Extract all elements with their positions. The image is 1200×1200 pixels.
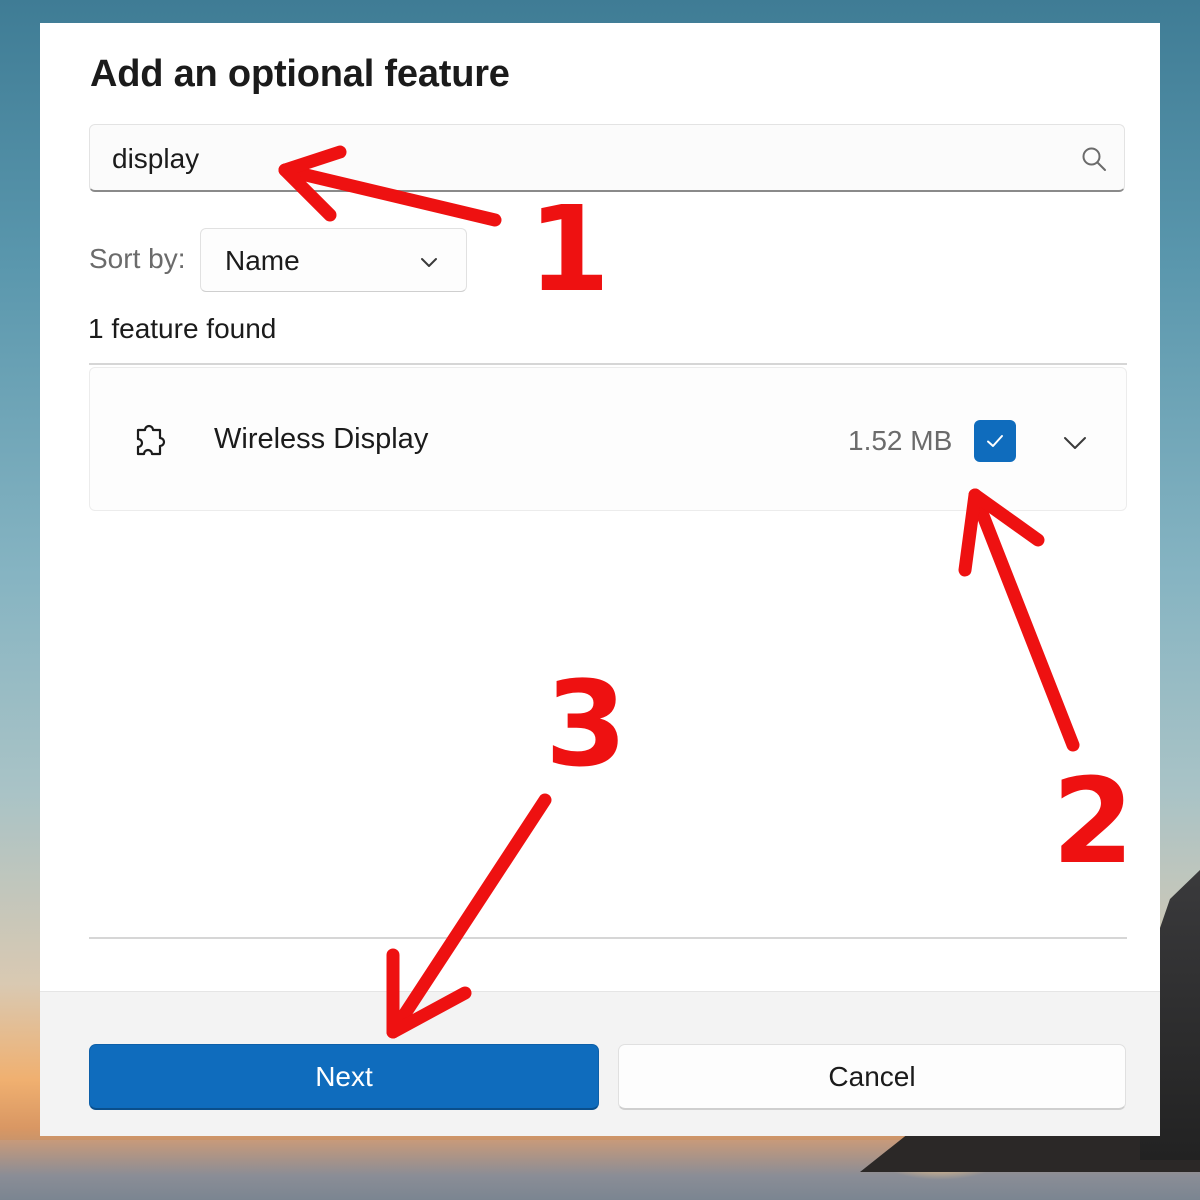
sort-by-label: Sort by: (89, 243, 186, 274)
cancel-button[interactable]: Cancel (618, 1044, 1126, 1110)
next-button[interactable]: Next (89, 1044, 599, 1110)
sort-selected-value: Name (225, 245, 300, 276)
list-item[interactable]: Wireless Display 1.52 MB (89, 367, 1127, 511)
search-input[interactable] (112, 139, 1052, 179)
feature-size: 1.52 MB (848, 425, 953, 456)
dialog-footer: Next Cancel (40, 991, 1160, 1136)
annotation-number-2: 2 (1052, 752, 1135, 890)
checkmark-icon (987, 435, 1003, 447)
dialog-title: Add an optional feature (90, 53, 510, 95)
feature-name: Wireless Display (214, 423, 429, 455)
divider (89, 363, 1127, 365)
results-count: 1 feature found (88, 313, 277, 344)
chevron-down-icon[interactable] (1062, 430, 1088, 456)
sort-dropdown[interactable]: Name (200, 228, 467, 292)
search-icon[interactable] (1080, 145, 1108, 173)
feature-checkbox[interactable] (974, 420, 1016, 462)
annotation-number-1: 1 (528, 180, 611, 318)
puzzle-icon (136, 424, 166, 456)
annotation-number-3: 3 (545, 655, 628, 793)
divider (89, 937, 1127, 939)
chevron-down-icon (421, 258, 437, 267)
